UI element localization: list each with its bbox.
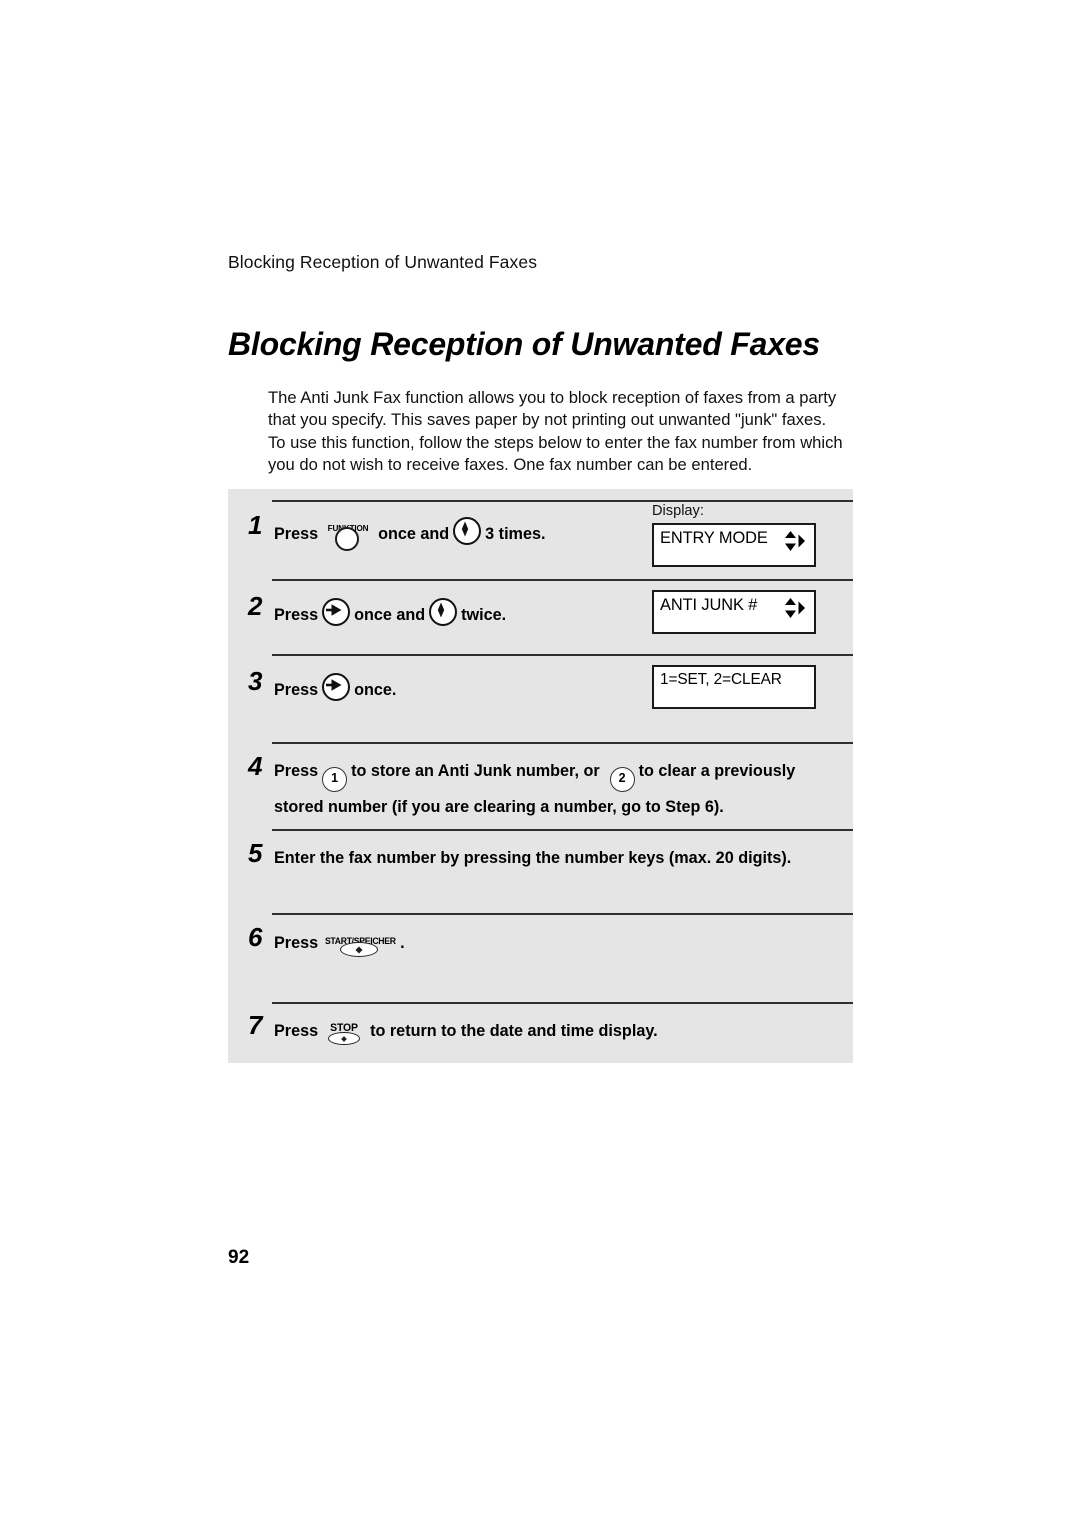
- step-7-press-label: Press: [274, 1022, 319, 1040]
- step-3-text: Press once.: [274, 673, 396, 703]
- number-key-1-icon[interactable]: 1: [322, 767, 348, 792]
- step-6-text: Press START/SPEICHER .: [274, 929, 405, 959]
- divider-top: [272, 500, 853, 502]
- step-7-text: Press STOP to return to the date and tim…: [274, 1017, 658, 1047]
- step-7-number: 7: [248, 1010, 263, 1040]
- stop-key-icon[interactable]: STOP: [322, 1017, 366, 1047]
- display-caption: Display:: [652, 503, 704, 519]
- intro-line-4: you do not wish to receive faxes. One fa…: [268, 455, 753, 475]
- steps-panel: 1 Press FUNKTION once and 3 times. Displ…: [228, 489, 853, 1063]
- start-speicher-key-oval: [340, 942, 379, 957]
- down-arrow-key-icon[interactable]: [429, 598, 458, 626]
- divider-step-3: [272, 654, 853, 656]
- divider-step-2: [272, 579, 853, 581]
- stop-key-oval: [328, 1032, 361, 1045]
- running-header: Blocking Reception of Unwanted Faxes: [228, 252, 538, 272]
- step-2-number: 2: [248, 591, 263, 621]
- step-6-press-label: Press: [274, 934, 319, 952]
- step-4-number: 4: [248, 751, 263, 781]
- updown-right-arrow-icon: [783, 597, 807, 619]
- manual-page: Blocking Reception of Unwanted Faxes Blo…: [0, 0, 1080, 1528]
- display-box-anti-junk: ANTI JUNK #: [652, 590, 816, 634]
- step-1-press-label: Press: [274, 525, 319, 543]
- step-5-text: Enter the fax number by pressing the num…: [274, 849, 792, 867]
- right-arrow-key-icon[interactable]: [322, 673, 351, 701]
- funktion-key-icon[interactable]: FUNKTION: [322, 518, 374, 551]
- step-6-period: .: [400, 934, 405, 952]
- step-3-number: 3: [248, 666, 263, 696]
- display-box-set-clear: 1=SET, 2=CLEAR: [652, 665, 816, 709]
- display-text-entry-mode: ENTRY MODE: [660, 529, 768, 547]
- step-4-press-label: Press: [274, 762, 319, 780]
- step-5-number: 5: [248, 838, 263, 868]
- start-speicher-key-icon[interactable]: START/SPEICHER: [322, 929, 396, 959]
- down-arrow-key-icon[interactable]: [453, 517, 482, 545]
- intro-line-1: The Anti Junk Fax function allows you to…: [268, 388, 837, 407]
- right-arrow-key-icon[interactable]: [322, 598, 351, 626]
- number-key-2-icon[interactable]: 2: [609, 767, 635, 792]
- step-1-times-label: 3 times.: [485, 525, 546, 543]
- step-4-text: Press 1 to store an Anti Junk number, or 2 t…: [274, 759, 795, 820]
- divider-step-7: [272, 1002, 853, 1004]
- divider-step-5: [272, 829, 853, 831]
- display-text-set-clear: 1=SET, 2=CLEAR: [660, 671, 782, 688]
- step-1-number: 1: [248, 510, 263, 540]
- updown-right-arrow-icon: [783, 530, 807, 552]
- step-6-number: 6: [248, 922, 263, 952]
- step-2-press-label: Press: [274, 606, 319, 624]
- step-1-text: Press FUNKTION once and 3 times.: [274, 517, 546, 551]
- step-2-twice-label: twice.: [461, 606, 507, 624]
- step-3-once-label: once.: [354, 681, 397, 699]
- step-4-store-label: to store an Anti Junk number, or: [351, 762, 600, 780]
- divider-step-4: [272, 742, 853, 744]
- step-2-text: Press once and twice.: [274, 598, 506, 628]
- page-title: Blocking Reception of Unwanted Faxes: [228, 326, 821, 362]
- step-4-line-2: stored number (if you are clearing a num…: [274, 798, 724, 816]
- step-4-clear-label: to clear a previously: [638, 762, 796, 780]
- display-box-entry-mode: ENTRY MODE: [652, 523, 816, 567]
- step-7-return-label: to return to the date and time display.: [370, 1022, 658, 1040]
- step-3-press-label: Press: [274, 681, 319, 699]
- intro-line-3: To use this function, follow the steps b…: [268, 432, 843, 452]
- page-number: 92: [228, 1247, 250, 1268]
- step-1-once-and-label: once and: [378, 525, 450, 543]
- display-text-anti-junk: ANTI JUNK #: [660, 596, 758, 614]
- divider-step-6: [272, 913, 853, 915]
- intro-paragraph: The Anti Junk Fax function allows you to…: [268, 387, 868, 477]
- intro-line-2: that you specify. This saves paper by no…: [268, 410, 827, 430]
- funktion-key-circle: [335, 527, 360, 551]
- step-2-once-and-label: once and: [354, 606, 426, 624]
